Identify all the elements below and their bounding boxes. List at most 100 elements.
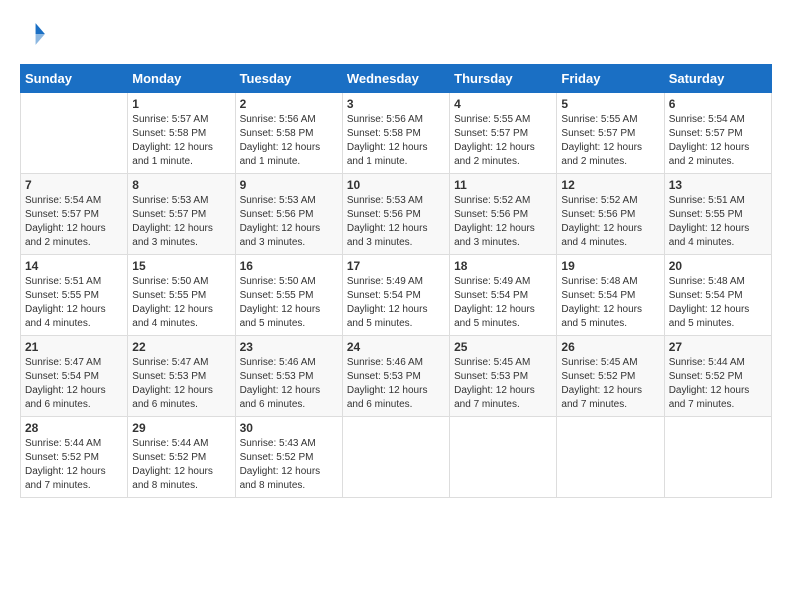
day-info: Sunrise: 5:50 AM Sunset: 5:55 PM Dayligh…: [132, 275, 230, 331]
day-info: Sunrise: 5:43 AM Sunset: 5:52 PM Dayligh…: [240, 437, 338, 493]
calendar-cell: 5 Sunrise: 5:55 AM Sunset: 5:57 PM Daylig…: [557, 93, 664, 174]
day-number: 17: [347, 259, 445, 273]
header-row: Sunday Monday Tuesday Wednesday Thursday…: [21, 65, 772, 93]
calendar-cell: 26 Sunrise: 5:45 AM Sunset: 5:52 PM Dayli…: [557, 336, 664, 417]
day-number: 9: [240, 178, 338, 192]
calendar-cell: 19 Sunrise: 5:48 AM Sunset: 5:54 PM Dayli…: [557, 255, 664, 336]
day-info: Sunrise: 5:52 AM Sunset: 5:56 PM Dayligh…: [454, 194, 552, 250]
day-info: Sunrise: 5:48 AM Sunset: 5:54 PM Dayligh…: [561, 275, 659, 331]
day-info: Sunrise: 5:50 AM Sunset: 5:55 PM Dayligh…: [240, 275, 338, 331]
day-number: 30: [240, 421, 338, 435]
week-row: 21 Sunrise: 5:47 AM Sunset: 5:54 PM Dayli…: [21, 336, 772, 417]
calendar-cell: 20Sunrise: 5:48 AM Sunset: 5:54 PM Dayli…: [664, 255, 771, 336]
day-number: 5: [561, 97, 659, 111]
day-info: Sunrise: 5:54 AM Sunset: 5:57 PM Dayligh…: [25, 194, 123, 250]
week-row: 1 Sunrise: 5:57 AM Sunset: 5:58 PM Daylig…: [21, 93, 772, 174]
calendar-cell: 8 Sunrise: 5:53 AM Sunset: 5:57 PM Daylig…: [128, 174, 235, 255]
day-info: Sunrise: 5:44 AM Sunset: 5:52 PM Dayligh…: [25, 437, 123, 493]
day-info: Sunrise: 5:46 AM Sunset: 5:53 PM Dayligh…: [240, 356, 338, 412]
day-number: 28: [25, 421, 123, 435]
col-wednesday: Wednesday: [342, 65, 449, 93]
page-header: [20, 20, 772, 48]
col-friday: Friday: [557, 65, 664, 93]
calendar-cell: [664, 417, 771, 498]
day-info: Sunrise: 5:54 AM Sunset: 5:57 PM Dayligh…: [669, 113, 767, 169]
calendar-cell: 29Sunrise: 5:44 AM Sunset: 5:52 PM Dayli…: [128, 417, 235, 498]
day-info: Sunrise: 5:56 AM Sunset: 5:58 PM Dayligh…: [347, 113, 445, 169]
day-number: 29: [132, 421, 230, 435]
col-tuesday: Tuesday: [235, 65, 342, 93]
day-number: 2: [240, 97, 338, 111]
day-info: Sunrise: 5:57 AM Sunset: 5:58 PM Dayligh…: [132, 113, 230, 169]
calendar-cell: [557, 417, 664, 498]
day-number: 12: [561, 178, 659, 192]
day-number: 22: [132, 340, 230, 354]
calendar-header: Sunday Monday Tuesday Wednesday Thursday…: [21, 65, 772, 93]
day-info: Sunrise: 5:47 AM Sunset: 5:53 PM Dayligh…: [132, 356, 230, 412]
day-number: 16: [240, 259, 338, 273]
day-info: Sunrise: 5:56 AM Sunset: 5:58 PM Dayligh…: [240, 113, 338, 169]
day-info: Sunrise: 5:45 AM Sunset: 5:52 PM Dayligh…: [561, 356, 659, 412]
calendar-cell: 16 Sunrise: 5:50 AM Sunset: 5:55 PM Dayli…: [235, 255, 342, 336]
calendar-cell: 10Sunrise: 5:53 AM Sunset: 5:56 PM Dayli…: [342, 174, 449, 255]
calendar-cell: 15 Sunrise: 5:50 AM Sunset: 5:55 PM Dayli…: [128, 255, 235, 336]
day-number: 19: [561, 259, 659, 273]
day-number: 24: [347, 340, 445, 354]
week-row: 28 Sunrise: 5:44 AM Sunset: 5:52 PM Dayli…: [21, 417, 772, 498]
calendar-cell: 11 Sunrise: 5:52 AM Sunset: 5:56 PM Dayli…: [450, 174, 557, 255]
day-number: 15: [132, 259, 230, 273]
calendar-table: Sunday Monday Tuesday Wednesday Thursday…: [20, 64, 772, 498]
calendar-cell: [342, 417, 449, 498]
day-info: Sunrise: 5:52 AM Sunset: 5:56 PM Dayligh…: [561, 194, 659, 250]
day-info: Sunrise: 5:49 AM Sunset: 5:54 PM Dayligh…: [347, 275, 445, 331]
day-info: Sunrise: 5:53 AM Sunset: 5:56 PM Dayligh…: [240, 194, 338, 250]
calendar-cell: 3Sunrise: 5:56 AM Sunset: 5:58 PM Daylig…: [342, 93, 449, 174]
day-number: 8: [132, 178, 230, 192]
calendar-cell: 4Sunrise: 5:55 AM Sunset: 5:57 PM Daylig…: [450, 93, 557, 174]
day-number: 26: [561, 340, 659, 354]
day-info: Sunrise: 5:45 AM Sunset: 5:53 PM Dayligh…: [454, 356, 552, 412]
day-info: Sunrise: 5:55 AM Sunset: 5:57 PM Dayligh…: [454, 113, 552, 169]
day-number: 11: [454, 178, 552, 192]
calendar-cell: 22 Sunrise: 5:47 AM Sunset: 5:53 PM Dayli…: [128, 336, 235, 417]
calendar-cell: 7 Sunrise: 5:54 AM Sunset: 5:57 PM Daylig…: [21, 174, 128, 255]
day-info: Sunrise: 5:47 AM Sunset: 5:54 PM Dayligh…: [25, 356, 123, 412]
day-info: Sunrise: 5:48 AM Sunset: 5:54 PM Dayligh…: [669, 275, 767, 331]
day-number: 14: [25, 259, 123, 273]
calendar-cell: 24 Sunrise: 5:46 AM Sunset: 5:53 PM Dayli…: [342, 336, 449, 417]
day-number: 25: [454, 340, 552, 354]
day-info: Sunrise: 5:53 AM Sunset: 5:56 PM Dayligh…: [347, 194, 445, 250]
calendar-cell: 9 Sunrise: 5:53 AM Sunset: 5:56 PM Daylig…: [235, 174, 342, 255]
day-info: Sunrise: 5:53 AM Sunset: 5:57 PM Dayligh…: [132, 194, 230, 250]
day-info: Sunrise: 5:51 AM Sunset: 5:55 PM Dayligh…: [669, 194, 767, 250]
day-number: 21: [25, 340, 123, 354]
col-saturday: Saturday: [664, 65, 771, 93]
calendar-body: 1 Sunrise: 5:57 AM Sunset: 5:58 PM Daylig…: [21, 93, 772, 498]
logo: [20, 20, 52, 48]
col-thursday: Thursday: [450, 65, 557, 93]
calendar-cell: 6Sunrise: 5:54 AM Sunset: 5:57 PM Daylig…: [664, 93, 771, 174]
day-info: Sunrise: 5:51 AM Sunset: 5:55 PM Dayligh…: [25, 275, 123, 331]
day-number: 13: [669, 178, 767, 192]
calendar-cell: 13 Sunrise: 5:51 AM Sunset: 5:55 PM Dayli…: [664, 174, 771, 255]
day-number: 1: [132, 97, 230, 111]
calendar-cell: 28 Sunrise: 5:44 AM Sunset: 5:52 PM Dayli…: [21, 417, 128, 498]
calendar-cell: 30 Sunrise: 5:43 AM Sunset: 5:52 PM Dayli…: [235, 417, 342, 498]
week-row: 7 Sunrise: 5:54 AM Sunset: 5:57 PM Daylig…: [21, 174, 772, 255]
day-info: Sunrise: 5:46 AM Sunset: 5:53 PM Dayligh…: [347, 356, 445, 412]
calendar-cell: 23 Sunrise: 5:46 AM Sunset: 5:53 PM Dayli…: [235, 336, 342, 417]
day-number: 7: [25, 178, 123, 192]
calendar-cell: 12 Sunrise: 5:52 AM Sunset: 5:56 PM Dayli…: [557, 174, 664, 255]
day-info: Sunrise: 5:44 AM Sunset: 5:52 PM Dayligh…: [669, 356, 767, 412]
calendar-cell: 25 Sunrise: 5:45 AM Sunset: 5:53 PM Dayli…: [450, 336, 557, 417]
day-number: 18: [454, 259, 552, 273]
week-row: 14 Sunrise: 5:51 AM Sunset: 5:55 PM Dayli…: [21, 255, 772, 336]
day-number: 23: [240, 340, 338, 354]
col-monday: Monday: [128, 65, 235, 93]
calendar-cell: 18Sunrise: 5:49 AM Sunset: 5:54 PM Dayli…: [450, 255, 557, 336]
calendar-cell: 17 Sunrise: 5:49 AM Sunset: 5:54 PM Dayli…: [342, 255, 449, 336]
calendar-cell: 27Sunrise: 5:44 AM Sunset: 5:52 PM Dayli…: [664, 336, 771, 417]
calendar-cell: 1 Sunrise: 5:57 AM Sunset: 5:58 PM Daylig…: [128, 93, 235, 174]
calendar-cell: [21, 93, 128, 174]
day-info: Sunrise: 5:55 AM Sunset: 5:57 PM Dayligh…: [561, 113, 659, 169]
